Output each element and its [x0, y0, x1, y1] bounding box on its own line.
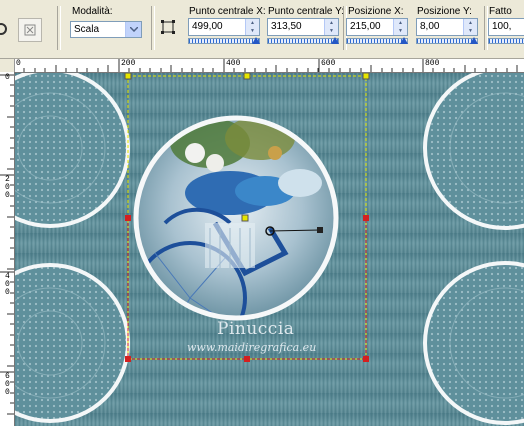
ruler-left-label-0: 0 [5, 73, 10, 82]
signature-url: www.maidiregrafica.eu [187, 341, 317, 354]
ruler-left: 0 200 400 600 [0, 72, 15, 426]
ruler-top-label-800: 800 [425, 59, 440, 68]
ruler-top-label-400: 400 [226, 59, 241, 68]
center-x-field[interactable]: 499,00 ▲ ▼ [188, 18, 260, 36]
image-canvas[interactable]: Pinuccia www.maidiregrafica.eu [15, 73, 524, 426]
pos-y-label: Posizione Y: [417, 6, 472, 17]
handle-bottom-right[interactable] [363, 356, 369, 362]
factor-label: Fatto [489, 6, 512, 17]
ruler-top-label-600: 600 [321, 59, 336, 68]
pos-x-value: 215,00 [350, 21, 381, 32]
center-y-spinner[interactable]: ▲ ▼ [324, 19, 338, 35]
handle-mid-right[interactable] [363, 215, 369, 221]
pos-y-value: 8,00 [420, 21, 440, 32]
pos-y-field[interactable]: 8,00 ▲ ▼ [416, 18, 478, 36]
ruler-top-label-0: 0 [16, 59, 21, 68]
handle-bottom-mid[interactable] [244, 356, 250, 362]
center-y-value: 313,50 [271, 21, 302, 32]
pos-y-spinner[interactable]: ▲ ▼ [463, 19, 477, 35]
pos-y-slider[interactable] [416, 37, 478, 44]
handle-mid-left[interactable] [125, 215, 131, 221]
mode-label: Modalità: [72, 6, 113, 17]
center-y-field[interactable]: 313,50 ▲ ▼ [267, 18, 339, 36]
slider-thumb-icon[interactable] [470, 37, 478, 44]
pos-x-field[interactable]: 215,00 ▲ ▼ [346, 18, 408, 36]
handle-top-left[interactable] [124, 73, 132, 80]
ruler-corner [0, 59, 15, 73]
factor-value: 100, [492, 21, 512, 32]
pos-x-spinner[interactable]: ▲ ▼ [393, 19, 407, 35]
handle-bottom-left[interactable] [125, 356, 131, 362]
pos-x-label: Posizione X: [348, 6, 404, 17]
ruler-left-label-200: 200 [5, 175, 10, 200]
tool-circle-icon[interactable] [0, 22, 8, 36]
center-y-slider[interactable] [267, 37, 339, 44]
slider-thumb-icon[interactable] [400, 37, 408, 44]
factor-slider[interactable] [488, 38, 524, 44]
ruler-left-label-600: 600 [5, 372, 10, 397]
ruler-left-label-400: 400 [5, 272, 10, 297]
center-y-label: Punto centrale Y: [268, 6, 344, 17]
ruler-top: 0 200 400 600 800 [14, 59, 524, 73]
center-x-value: 499,00 [192, 21, 223, 32]
mode-select-value: Scala [74, 24, 100, 35]
ruler-top-label-200: 200 [121, 59, 136, 68]
rotation-handle[interactable] [317, 227, 323, 233]
slider-thumb-icon[interactable] [252, 37, 260, 44]
center-x-slider[interactable] [188, 37, 260, 44]
handle-top-right[interactable] [362, 73, 370, 80]
center-x-spinner[interactable]: ▲ ▼ [245, 19, 259, 35]
mode-select[interactable]: Scala [70, 21, 142, 38]
tool-options-toolbar: Modalità: Scala Punto centrale X: 499,00… [0, 0, 524, 59]
handle-top-mid[interactable] [243, 73, 251, 80]
pos-x-slider[interactable] [346, 37, 408, 44]
factor-field[interactable]: 100, [488, 18, 524, 36]
deform-mode-icon[interactable] [159, 18, 177, 36]
chevron-down-icon[interactable] [125, 22, 141, 37]
pivot-handle[interactable] [241, 214, 249, 222]
reset-icon[interactable] [18, 18, 42, 42]
signature-name: Pinuccia [217, 319, 295, 339]
center-x-label: Punto centrale X: [189, 6, 266, 17]
slider-thumb-icon[interactable] [331, 37, 339, 44]
